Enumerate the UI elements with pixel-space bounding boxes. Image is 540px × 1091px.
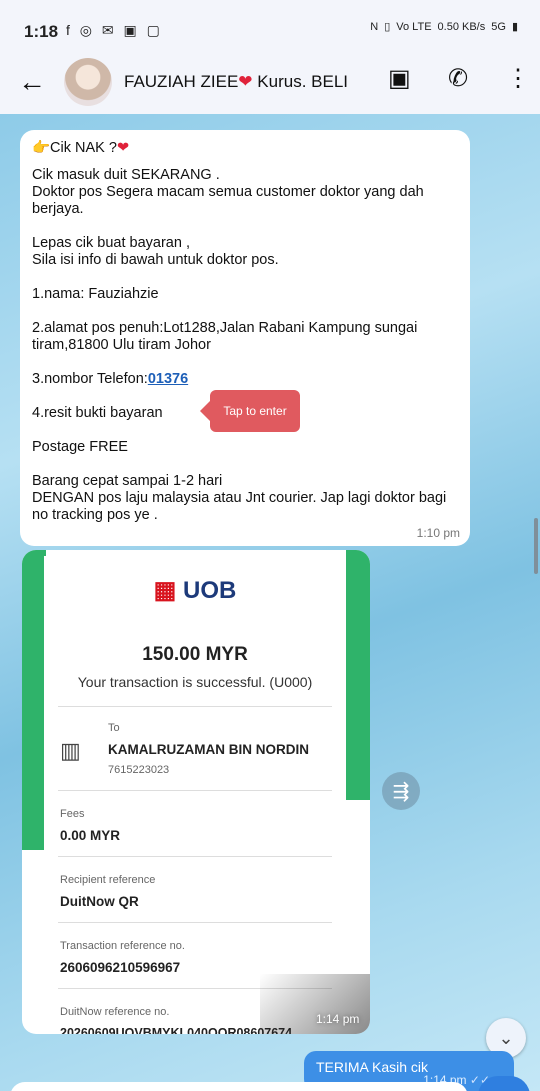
transaction-status: Your transaction is successful. (U000) (77, 674, 313, 690)
message-paragraph: 1.nama: Fauziahzie (32, 286, 159, 302)
divider (58, 856, 332, 857)
message-paragraph: Cik masuk duit SEKARANG . Doktor pos Seg… (32, 167, 424, 217)
receipt-card: ▦ UOB 150.00 MYR Your transaction is suc… (44, 556, 346, 1034)
building-icon: ▥ (60, 738, 81, 763)
recipient-ref-label: Recipient reference (60, 874, 156, 886)
back-arrow-icon[interactable]: ← (18, 66, 46, 98)
message-paragraph: Lepas cik buat bayaran , Sila isi info d… (32, 235, 279, 268)
bank-logo: ▦ UOB (153, 577, 237, 604)
divider (58, 790, 332, 791)
add-call-icon[interactable]: ✆ (448, 64, 468, 93)
contact-card-icon[interactable]: ▣ (388, 64, 411, 93)
duitnow-ref-value: 20260609UOVBMYKL040OOR08607674 (60, 1026, 293, 1034)
forward-icon[interactable]: ⇶ (382, 772, 420, 810)
recipient-account: 7615223023 (108, 764, 170, 776)
receipt-green-band (22, 550, 46, 850)
divider (58, 706, 332, 707)
volte-label: Vo LTE (396, 20, 432, 33)
uob-mark-icon: ▦ (153, 577, 177, 604)
notification-icons: f ◎ ✉ ▣ ▢ (66, 22, 163, 38)
incoming-message[interactable]: 👉Cik NAK ?❤ Cik masuk duit SEKARANG . Do… (20, 130, 470, 546)
more-options-icon[interactable]: ⋮ (506, 64, 530, 93)
status-right-icons: N ▯ Vo LTE 0.50 KB/s 5G ▮ (370, 20, 518, 34)
recipient-name: KAMALRUZAMAN BIN NORDIN (108, 742, 309, 757)
message-time: 1:10 pm (416, 526, 460, 540)
amount: 150.00 MYR (142, 644, 248, 665)
to-label: To (108, 722, 120, 734)
contact-name[interactable]: FAUZIAH ZIEE❤ Kurus. BELI (124, 72, 348, 92)
nfc-icon: N (370, 20, 379, 33)
receipt-image[interactable]: ▦ UOB 150.00 MYR Your transaction is suc… (22, 550, 370, 1034)
heart-icon: ❤ (116, 140, 130, 156)
scrollbar[interactable] (534, 518, 538, 574)
vibrate-icon: ▯ (384, 21, 391, 33)
tap-to-enter-tooltip[interactable]: Tap to enter (200, 390, 300, 432)
chat-header: ← FAUZIAH ZIEE❤ Kurus. BELI ▣ ✆ ⋮ (0, 50, 540, 114)
status-time: 1:18 (24, 22, 59, 41)
duitnow-ref-label: DuitNow reference no. (60, 1006, 170, 1018)
fees-label: Fees (60, 808, 85, 820)
message-paragraph: Barang cepat sampai 1-2 hari DENGAN pos … (32, 473, 447, 523)
signal-label: 5G (491, 20, 506, 33)
chat-area[interactable]: 👉Cik NAK ?❤ Cik masuk duit SEKARANG . Do… (0, 114, 540, 1091)
txn-ref-label: Transaction reference no. (60, 940, 185, 952)
message-input[interactable] (10, 1082, 468, 1091)
message-paragraph: 2.alamat pos penuh:Lot1288,Jalan Rabani … (32, 320, 418, 353)
divider (58, 922, 332, 923)
recipient-ref-value: DuitNow QR (60, 894, 139, 909)
battery-icon: ▮ (511, 21, 518, 33)
phone-link[interactable]: 01376 (148, 371, 188, 387)
message-paragraph: Postage FREE (32, 439, 128, 455)
net-speed: 0.50 KB/s (437, 20, 486, 33)
heart-icon: ❤ (238, 72, 253, 91)
avatar[interactable] (64, 58, 112, 106)
fees-value: 0.00 MYR (60, 828, 121, 843)
txn-ref-value: 2606096210596967 (60, 960, 181, 975)
receipt-time: 1:14 pm (316, 1012, 360, 1026)
receipt-green-band (346, 550, 370, 800)
